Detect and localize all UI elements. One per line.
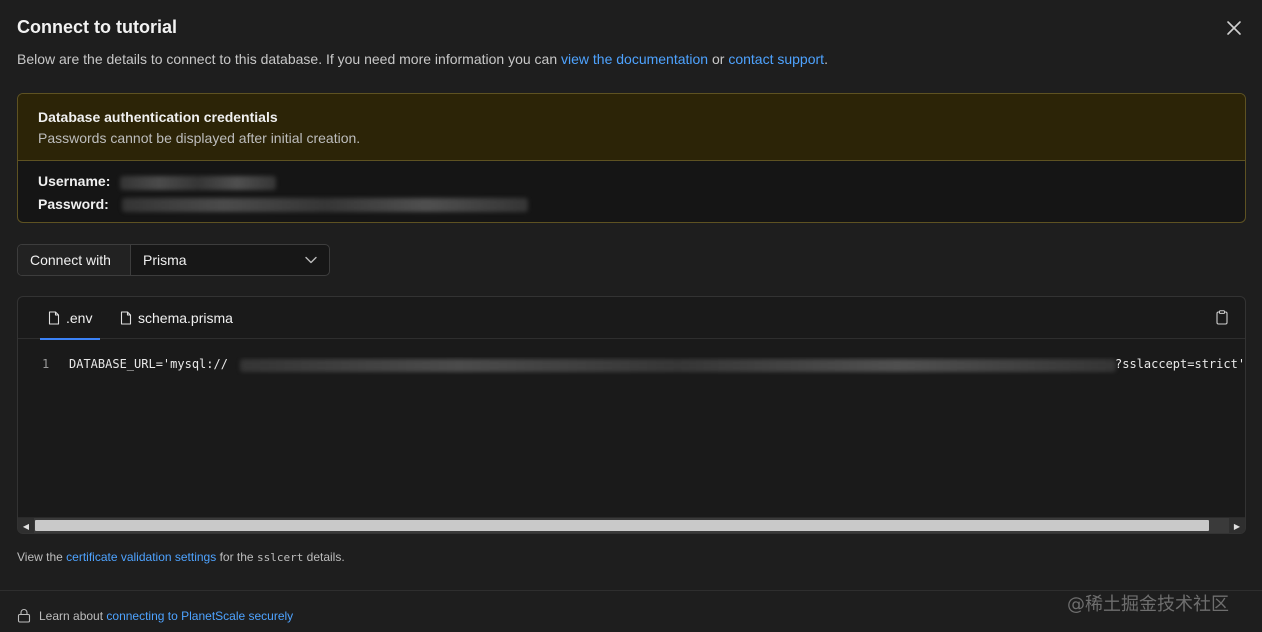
connect-with-label: Connect with (18, 245, 131, 275)
code-panel: .env schema.prisma 1 DATABASE_URL='mysql… (17, 296, 1246, 534)
username-value-redacted (120, 176, 276, 190)
password-value-redacted (122, 198, 528, 212)
cert-note-before: View the (17, 550, 63, 564)
chevron-down-icon (305, 256, 317, 264)
credentials-subtitle: Passwords cannot be displayed after init… (38, 130, 361, 146)
lock-icon (17, 609, 31, 623)
secure-connection-link[interactable]: connecting to PlanetScale securely (106, 609, 293, 623)
connect-framework-select[interactable]: Prisma (131, 245, 329, 275)
intro-text-or: or (711, 51, 725, 67)
file-icon (48, 311, 60, 325)
clipboard-icon (1216, 310, 1228, 325)
close-icon (1227, 21, 1241, 35)
credentials-title: Database authentication credentials (38, 109, 278, 125)
footer-text: Learn about (39, 608, 104, 623)
cert-note-middle: for the (219, 550, 254, 564)
sslcert-code: sslcert (256, 551, 304, 564)
tab-env[interactable]: .env (39, 297, 102, 340)
intro-period: . (824, 51, 828, 67)
tab-schema-prisma[interactable]: schema.prisma (120, 297, 233, 339)
tab-schema-prisma-label: schema.prisma (138, 310, 233, 326)
certificate-note: View the certificate validation settings… (17, 550, 345, 564)
file-icon (120, 311, 132, 325)
intro-text: Below are the details to connect to this… (17, 51, 828, 67)
scroll-left-arrow[interactable]: ◀ (18, 518, 34, 533)
horizontal-scrollbar[interactable]: ◀ ▶ (18, 517, 1245, 533)
cert-note-after: details. (306, 550, 345, 564)
credentials-header: Database authentication credentials Pass… (18, 94, 1245, 161)
copy-button[interactable] (1216, 310, 1228, 330)
close-button[interactable] (1225, 19, 1243, 37)
line-number: 1 (42, 357, 50, 371)
connect-framework-value: Prisma (143, 252, 187, 268)
watermark: @稀土掘金技术社区 (1067, 594, 1229, 615)
footer: Learn about connecting to PlanetScale se… (17, 608, 293, 623)
connect-with-control: Connect with Prisma (17, 244, 330, 276)
tab-env-label: .env (66, 310, 93, 326)
code-line-prefix: DATABASE_URL='mysql:// (69, 357, 228, 371)
modal-title: Connect to tutorial (17, 17, 177, 37)
credentials-box: Database authentication credentials Pass… (17, 93, 1246, 223)
password-label: Password: (38, 196, 109, 212)
scrollbar-thumb[interactable] (35, 520, 1209, 531)
username-label: Username: (38, 173, 111, 189)
certificate-settings-link[interactable]: certificate validation settings (66, 550, 216, 564)
intro-text-before: Below are the details to connect to this… (17, 51, 558, 67)
scroll-right-arrow[interactable]: ▶ (1229, 518, 1245, 533)
connection-string-redacted (240, 359, 1116, 372)
code-tabs: .env schema.prisma (18, 297, 1245, 340)
documentation-link[interactable]: view the documentation (561, 51, 708, 67)
contact-support-link[interactable]: contact support (728, 51, 824, 67)
code-line: 1 DATABASE_URL='mysql:// ?sslaccept=stri… (18, 357, 1245, 375)
code-line-suffix: ?sslaccept=strict' (1115, 357, 1245, 371)
